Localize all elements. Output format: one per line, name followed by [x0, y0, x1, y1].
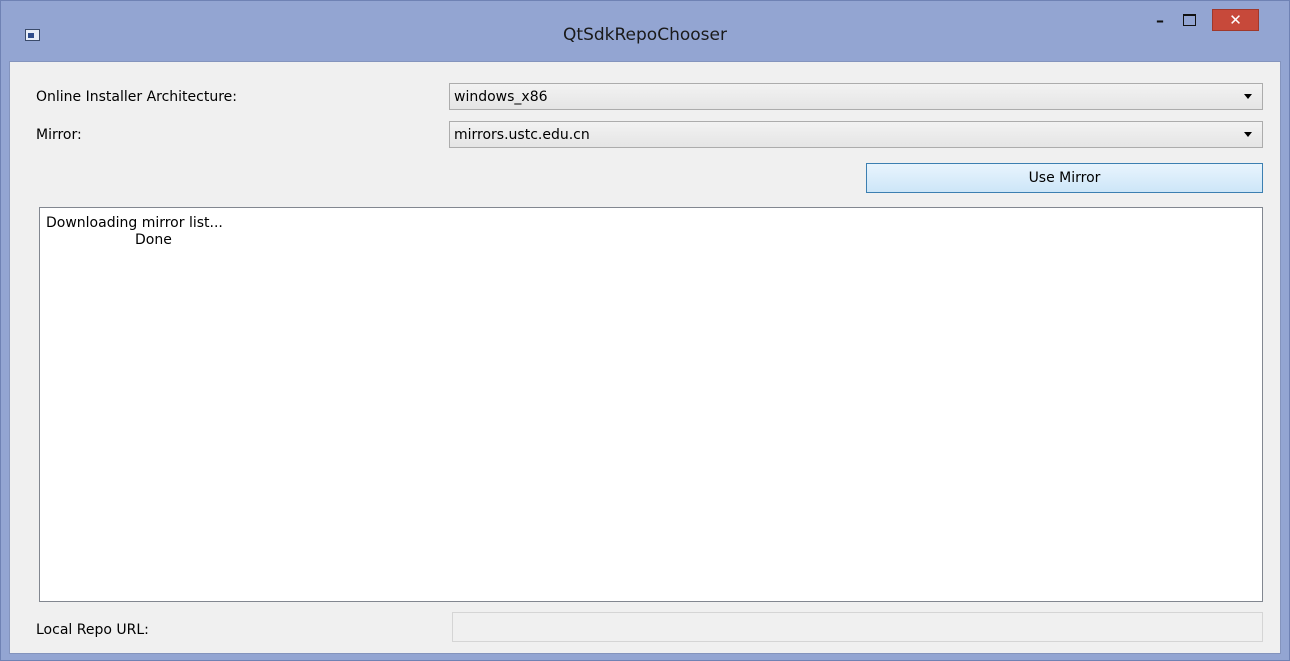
log-line: Downloading mirror list...	[46, 215, 223, 231]
chevron-down-icon	[1244, 94, 1252, 99]
window-title: QtSdkRepoChooser	[563, 25, 727, 45]
mirror-label: Mirror:	[36, 127, 82, 143]
chevron-down-icon	[1244, 132, 1252, 137]
log-output-area[interactable]: Downloading mirror list... Done	[39, 207, 1263, 602]
title-bar[interactable]: QtSdkRepoChooser – ✕	[1, 1, 1289, 49]
close-button[interactable]: ✕	[1212, 9, 1259, 31]
local-repo-url-field[interactable]	[452, 612, 1263, 642]
maximize-button[interactable]	[1176, 9, 1202, 31]
main-window: QtSdkRepoChooser – ✕ Online Installer Ar…	[0, 0, 1290, 661]
log-line: Done	[46, 232, 172, 248]
mirror-combobox[interactable]: mirrors.ustc.edu.cn	[449, 121, 1263, 148]
architecture-combobox[interactable]: windows_x86	[449, 83, 1263, 110]
arch-label: Online Installer Architecture:	[36, 89, 237, 105]
minimize-button[interactable]: –	[1148, 9, 1172, 31]
use-mirror-button[interactable]: Use Mirror	[866, 163, 1263, 193]
local-repo-label: Local Repo URL:	[36, 622, 149, 638]
maximize-icon	[1182, 14, 1196, 26]
client-area: Online Installer Architecture: windows_x…	[9, 61, 1281, 654]
mirror-value: mirrors.ustc.edu.cn	[454, 126, 590, 143]
architecture-value: windows_x86	[454, 88, 548, 105]
